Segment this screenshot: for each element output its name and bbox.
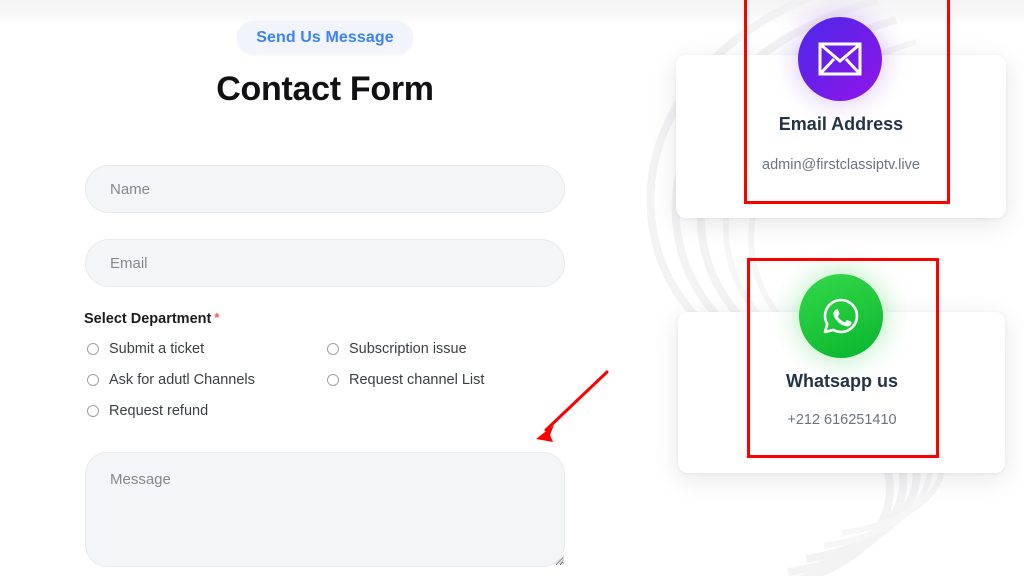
email-card-title: Email Address [778, 114, 904, 134]
whatsapp-card-value[interactable]: +212 616251410 [677, 412, 1007, 428]
radio-label: Submit a ticket [109, 341, 205, 357]
radio-option-subscription-issue[interactable]: Subscription issue [327, 338, 467, 360]
radio-circle-icon[interactable] [87, 374, 99, 386]
contact-form: Send Us Message Contact Form Select Depa… [0, 0, 650, 576]
radio-label: Request channel List [349, 372, 485, 388]
send-us-message-badge: Send Us Message [237, 21, 413, 54]
email-card-value[interactable]: admin@firstclassiptv.live [676, 157, 1006, 173]
email-input[interactable] [85, 239, 565, 287]
radio-circle-icon[interactable] [87, 405, 99, 417]
required-asterisk: * [214, 310, 220, 325]
contact-page: Send Us Message Contact Form Select Depa… [0, 0, 1024, 576]
radio-option-ask-for-adult-channels[interactable]: Ask for adutl Channels [87, 369, 255, 391]
whatsapp-icon [799, 274, 883, 358]
radio-label: Ask for adutl Channels [109, 372, 255, 388]
select-department-text: Select Department [84, 311, 212, 327]
page-title: Contact Form [216, 70, 434, 108]
radio-label: Subscription issue [349, 341, 467, 357]
message-textarea[interactable] [85, 452, 565, 567]
select-department-label: Select Department * [84, 311, 219, 327]
radio-option-submit-a-ticket[interactable]: Submit a ticket [87, 338, 204, 360]
name-input[interactable] [85, 165, 565, 213]
envelope-icon [798, 17, 882, 101]
radio-label: Request refund [109, 403, 209, 419]
radio-circle-icon[interactable] [327, 343, 339, 355]
radio-circle-icon[interactable] [87, 343, 99, 355]
radio-option-request-channel-list[interactable]: Request channel List [327, 369, 484, 391]
radio-circle-icon[interactable] [327, 374, 339, 386]
whatsapp-card-title: Whatsapp us [785, 371, 898, 391]
radio-option-request-refund[interactable]: Request refund [87, 400, 208, 422]
